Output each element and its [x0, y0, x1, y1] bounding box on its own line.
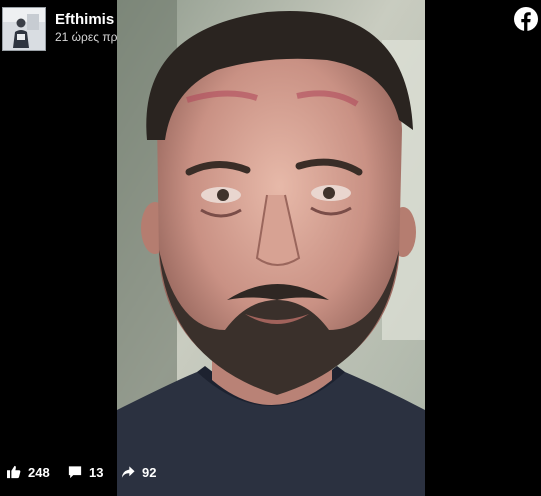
likes-stat[interactable]: 248: [7, 462, 50, 482]
comments-stat[interactable]: 13: [68, 462, 103, 482]
shares-count: 92: [142, 464, 157, 480]
shares-stat[interactable]: 92: [121, 462, 156, 482]
share-arrow-icon: [121, 466, 135, 478]
facebook-icon[interactable]: [514, 7, 538, 31]
likes-count: 248: [28, 464, 50, 480]
post-stats-bar: 248 13 92: [0, 458, 541, 488]
comment-bubble-icon: [68, 466, 82, 479]
comments-count: 13: [89, 464, 104, 480]
post-timestamp[interactable]: 21 ώρες πριν: [55, 30, 126, 44]
author-avatar[interactable]: [2, 7, 46, 51]
thumbs-up-icon: [7, 465, 21, 479]
post-photo[interactable]: [117, 0, 425, 496]
